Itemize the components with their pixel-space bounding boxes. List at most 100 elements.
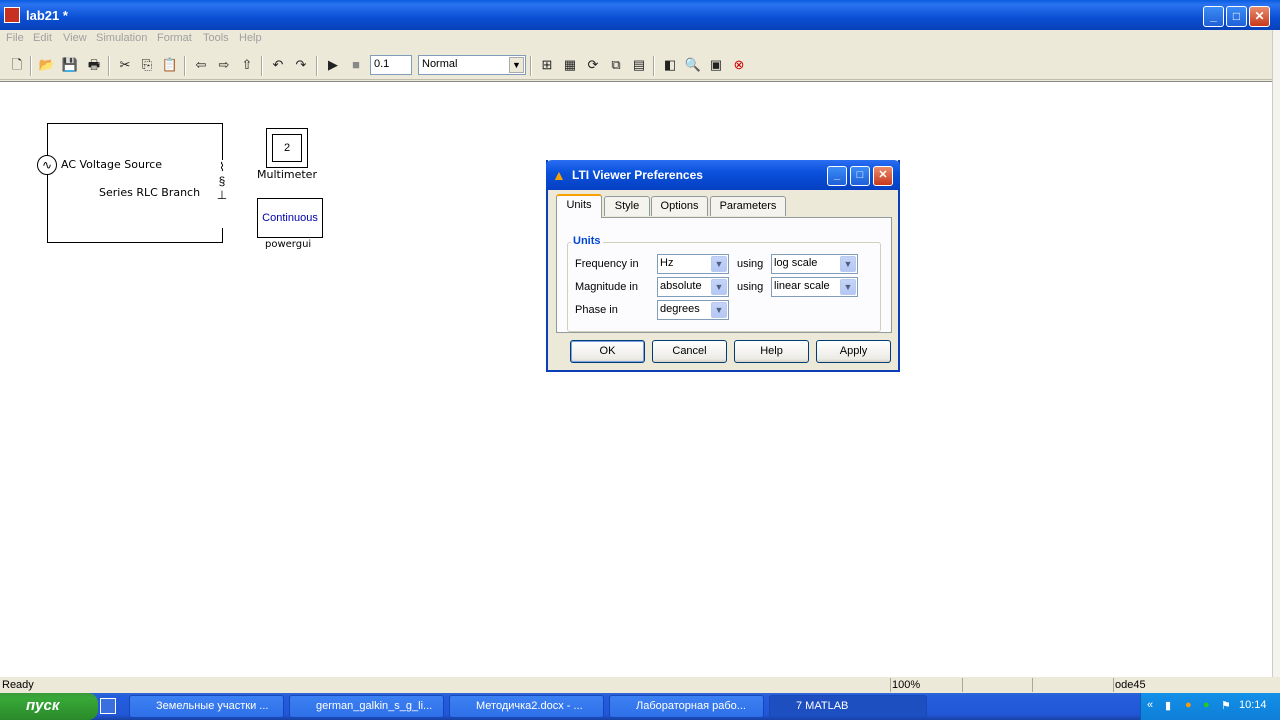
- taskbar-item-word-1[interactable]: Методичка2.docx - ...: [449, 695, 604, 718]
- show-desktop-icon[interactable]: [100, 698, 116, 714]
- status-pane: [962, 678, 963, 692]
- run-simulation-icon[interactable]: ▶: [324, 56, 342, 74]
- magnitude-units-select[interactable]: absolute ▼: [657, 277, 729, 297]
- dialog-maximize-button[interactable]: □: [850, 166, 870, 186]
- new-model-icon[interactable]: 🗋: [8, 56, 26, 74]
- print-icon[interactable]: 🖶: [85, 56, 103, 74]
- menu-format[interactable]: Format: [157, 32, 192, 44]
- redo-icon[interactable]: ↷: [292, 56, 310, 74]
- status-bar: Ready 100% ode45: [0, 677, 1280, 693]
- model-browser-icon[interactable]: ▣: [707, 56, 725, 74]
- menu-view[interactable]: View: [63, 32, 87, 44]
- multimeter-block[interactable]: 2: [266, 128, 308, 168]
- library-browser-icon[interactable]: ◧: [661, 56, 679, 74]
- chevron-down-icon[interactable]: ▼: [711, 302, 727, 318]
- language-icon[interactable]: ⚑: [1221, 699, 1231, 712]
- chevron-down-icon[interactable]: ▼: [711, 256, 727, 272]
- tray-expand-icon[interactable]: «: [1147, 699, 1153, 711]
- toolbar: 🗋 📂 💾 🖶 ✂ ⎘ 📋 ⇦ ⇨ ⇧ ↶ ↷ ▶ ■ ⊞ ▦ ⟳ ⧉ ▤ ◧ …: [0, 50, 1280, 80]
- frequency-scale-select[interactable]: log scale ▼: [771, 254, 858, 274]
- tab-options[interactable]: Options: [651, 196, 708, 216]
- forward-arrow-icon[interactable]: ⇨: [215, 56, 233, 74]
- phase-units-value: degrees: [660, 303, 700, 315]
- build-icon[interactable]: ⊞: [538, 56, 556, 74]
- rlc-branch-icon[interactable]: ⌇ § ⊥: [215, 160, 229, 228]
- help-button[interactable]: Help: [734, 340, 809, 363]
- copy-icon[interactable]: ⎘: [138, 56, 156, 74]
- taskbar-item-opera[interactable]: Земельные участки ...: [129, 695, 284, 718]
- tab-parameters[interactable]: Parameters: [710, 196, 786, 216]
- stop-simulation-icon[interactable]: ■: [347, 56, 365, 74]
- ac-source-icon[interactable]: ∿: [37, 155, 57, 175]
- tab-units[interactable]: Units: [556, 194, 602, 218]
- frequency-units-select[interactable]: Hz ▼: [657, 254, 729, 274]
- frequency-label: Frequency in: [575, 258, 639, 270]
- model-explorer-icon[interactable]: 🔍: [684, 56, 702, 74]
- minimize-button[interactable]: _: [1203, 6, 1224, 27]
- using-label: using: [737, 258, 764, 270]
- units-group-label: Units: [571, 235, 603, 247]
- chevron-down-icon[interactable]: ▼: [509, 57, 524, 73]
- refresh-icon[interactable]: ⟳: [584, 56, 602, 74]
- cut-icon[interactable]: ✂: [116, 56, 134, 74]
- back-arrow-icon[interactable]: ⇦: [192, 56, 210, 74]
- antivirus-tray-icon[interactable]: ●: [1203, 699, 1210, 711]
- matlab-icon: ▲: [552, 167, 566, 183]
- menu-simulation[interactable]: Simulation: [96, 32, 147, 44]
- chevron-down-icon[interactable]: ▼: [840, 279, 856, 295]
- undo-icon[interactable]: ↶: [269, 56, 287, 74]
- simulation-mode-value: Normal: [422, 58, 458, 70]
- opera-tray-icon[interactable]: ●: [1185, 699, 1192, 711]
- debugger-icon[interactable]: ⊗: [730, 56, 748, 74]
- close-button[interactable]: ✕: [1249, 6, 1270, 27]
- chevron-down-icon[interactable]: ▼: [711, 279, 727, 295]
- dialog-close-button[interactable]: ✕: [873, 166, 893, 186]
- update-diagram-icon[interactable]: ▦: [561, 56, 579, 74]
- chevron-down-icon[interactable]: ▼: [840, 256, 856, 272]
- taskbar-item-matlab[interactable]: 7 MATLAB: [769, 695, 927, 718]
- vertical-scrollbar[interactable]: [1272, 30, 1280, 682]
- wire: [47, 123, 223, 124]
- menu-file[interactable]: File: [6, 32, 24, 44]
- status-pane: [1032, 678, 1033, 692]
- debug-icon[interactable]: ▤: [630, 56, 648, 74]
- menu-edit[interactable]: Edit: [33, 32, 52, 44]
- toolbar-separator: [653, 56, 655, 76]
- simulink-app-icon[interactable]: [4, 7, 20, 23]
- simulation-mode-select[interactable]: Normal ▼: [418, 55, 526, 75]
- menu-tools[interactable]: Tools: [203, 32, 229, 44]
- status-pane: [890, 678, 891, 692]
- paste-icon[interactable]: 📋: [161, 56, 179, 74]
- magnitude-scale-select[interactable]: linear scale ▼: [771, 277, 858, 297]
- window-title: lab21 *: [26, 8, 68, 23]
- phase-units-select[interactable]: degrees ▼: [657, 300, 729, 320]
- frequency-units-value: Hz: [660, 257, 674, 269]
- stop-time-input[interactable]: 0.1: [370, 55, 412, 75]
- status-pane: [1113, 678, 1114, 692]
- dialog-minimize-button[interactable]: _: [827, 166, 847, 186]
- taskbar-item-pdf[interactable]: german_galkin_s_g_li...: [289, 695, 444, 718]
- open-folder-icon[interactable]: 📂: [38, 56, 56, 74]
- powergui-block[interactable]: Continuous: [257, 198, 323, 238]
- menu-help[interactable]: Help: [239, 32, 262, 44]
- maximize-button[interactable]: □: [1226, 6, 1247, 27]
- ok-button[interactable]: OK: [570, 340, 645, 363]
- signal-icon[interactable]: ▮: [1165, 699, 1171, 712]
- dialog-titlebar: ▲ LTI Viewer Preferences _ □ ✕: [546, 160, 900, 190]
- start-button[interactable]: пуск: [0, 693, 98, 720]
- wire: [47, 123, 48, 243]
- apply-button[interactable]: Apply: [816, 340, 891, 363]
- taskbar-item-word-2[interactable]: Лабораторная рабо...: [609, 695, 764, 718]
- toolbar-separator: [30, 56, 32, 76]
- subsystem-icon[interactable]: ⧉: [607, 56, 625, 74]
- clock: 10:14: [1239, 699, 1267, 711]
- phase-label: Phase in: [575, 304, 618, 316]
- up-arrow-icon[interactable]: ⇧: [238, 56, 256, 74]
- tab-style[interactable]: Style: [604, 196, 650, 216]
- save-icon[interactable]: 💾: [61, 56, 79, 74]
- toolbar-separator: [261, 56, 263, 76]
- powergui-label: powergui: [265, 239, 312, 250]
- zoom-level: 100%: [892, 679, 921, 691]
- toolbar-separator: [530, 56, 532, 76]
- cancel-button[interactable]: Cancel: [652, 340, 727, 363]
